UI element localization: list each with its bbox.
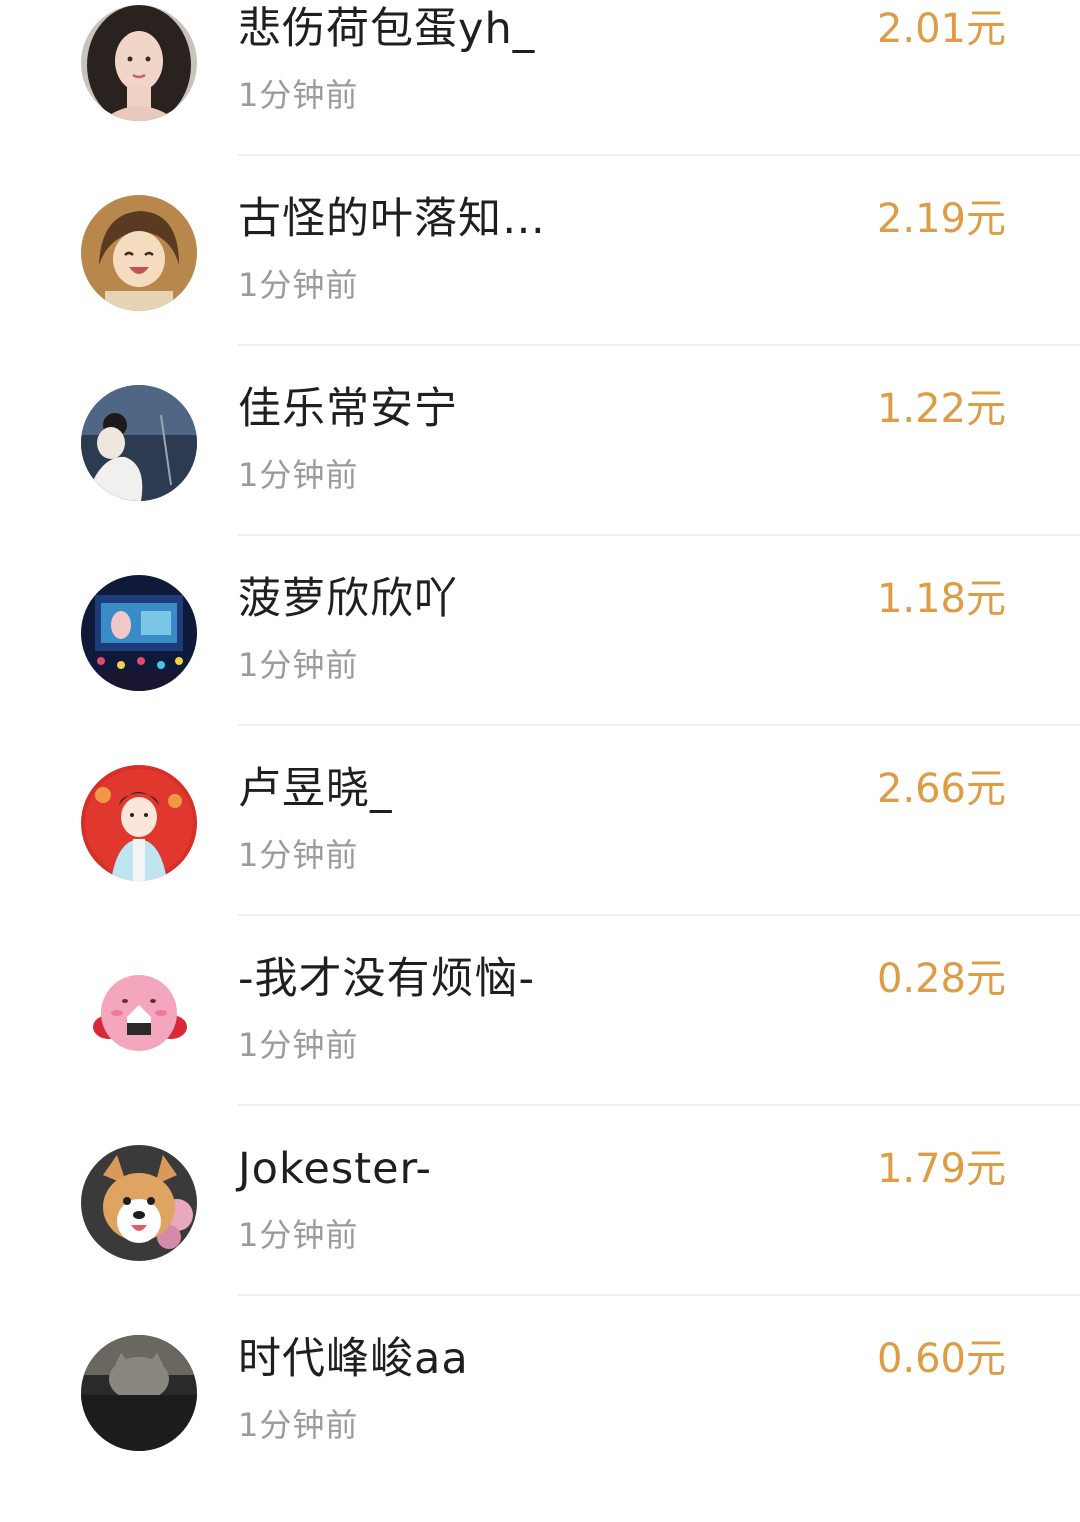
divider — [238, 1104, 1080, 1106]
time-ago: 1分钟前 — [238, 1026, 359, 1064]
woman-portrait-avatar[interactable] — [81, 5, 197, 121]
list-item[interactable]: 佳乐常安宁 1分钟前 1.22元 — [0, 382, 1080, 572]
list-item[interactable]: 古怪的叶落知… 1分钟前 2.19元 — [0, 192, 1080, 382]
time-ago: 1分钟前 — [238, 1406, 359, 1444]
list-item[interactable]: 时代峰峻aa 1分钟前 0.60元 — [0, 1332, 1080, 1522]
amount: 1.79元 — [876, 1146, 1006, 1192]
list-item[interactable]: 卢昱晓_ 1分钟前 2.66元 — [0, 762, 1080, 952]
divider — [238, 534, 1080, 536]
list-item[interactable]: 菠萝欣欣吖 1分钟前 1.18元 — [0, 572, 1080, 762]
time-ago: 1分钟前 — [238, 1216, 359, 1254]
time-ago: 1分钟前 — [238, 76, 359, 114]
amount: 2.01元 — [876, 6, 1006, 52]
user-name: 时代峰峻aa — [238, 1334, 469, 1384]
divider — [238, 724, 1080, 726]
divider — [238, 344, 1080, 346]
amount: 2.19元 — [876, 196, 1006, 242]
amount: 1.18元 — [876, 576, 1006, 622]
divider — [238, 914, 1080, 916]
time-ago: 1分钟前 — [238, 456, 359, 494]
amount: 2.66元 — [876, 766, 1006, 812]
user-name: 悲伤荷包蛋yh_ — [238, 4, 536, 54]
chinese-costume-cartoon-avatar[interactable] — [81, 765, 197, 881]
user-name: 佳乐常安宁 — [238, 384, 458, 434]
woman-by-lake-avatar[interactable] — [81, 385, 197, 501]
amount: 0.28元 — [876, 956, 1006, 1002]
user-name: 菠萝欣欣吖 — [238, 574, 458, 624]
time-ago: 1分钟前 — [238, 266, 359, 304]
list-item[interactable]: -我才没有烦恼- 1分钟前 0.28元 — [0, 952, 1080, 1142]
cartoon-laughing-avatar[interactable] — [81, 195, 197, 311]
divider — [238, 154, 1080, 156]
list-item[interactable]: Jokester- 1分钟前 1.79元 — [0, 1142, 1080, 1332]
divider — [238, 1294, 1080, 1296]
list-item[interactable]: 悲伤荷包蛋yh_ 1分钟前 2.01元 — [0, 2, 1080, 192]
reward-record-list: 悲伤荷包蛋yh_ 1分钟前 2.01元 古怪的叶落知… 1分钟前 2.19元 佳… — [0, 0, 1080, 1451]
cat-photo-avatar[interactable] — [81, 1335, 197, 1451]
corgi-dog-avatar[interactable] — [81, 1145, 197, 1261]
time-ago: 1分钟前 — [238, 836, 359, 874]
user-name: -我才没有烦恼- — [238, 954, 536, 1004]
user-name: Jokester- — [238, 1144, 432, 1194]
user-name: 卢昱晓_ — [238, 764, 393, 814]
user-name: 古怪的叶落知… — [238, 194, 546, 244]
time-ago: 1分钟前 — [238, 646, 359, 684]
amount: 1.22元 — [876, 386, 1006, 432]
concert-stage-avatar[interactable] — [81, 575, 197, 691]
pink-kirby-avatar[interactable] — [81, 955, 197, 1071]
amount: 0.60元 — [876, 1336, 1006, 1382]
